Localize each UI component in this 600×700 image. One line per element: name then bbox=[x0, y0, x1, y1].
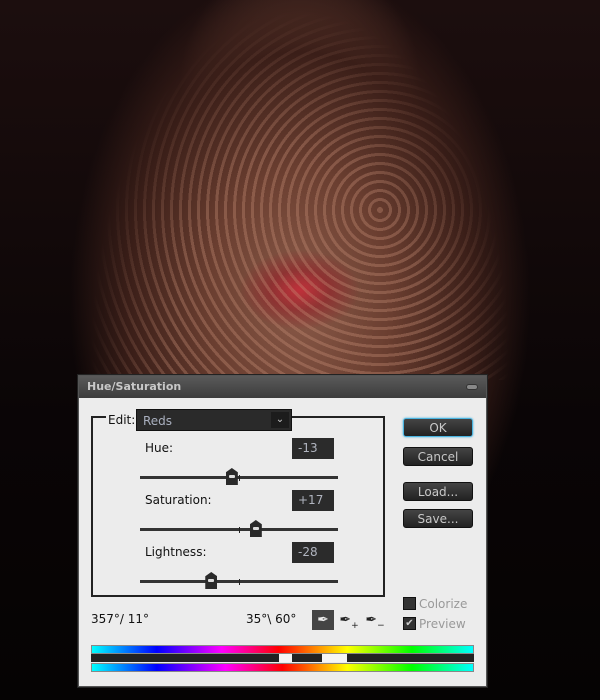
range-falloff-right[interactable] bbox=[322, 654, 347, 662]
range-left-readout: 357°/ 11° bbox=[91, 612, 150, 626]
colorize-label: Colorize bbox=[419, 597, 468, 611]
range-right-readout: 35°\ 60° bbox=[246, 612, 297, 626]
preview-checkbox[interactable]: ✔ bbox=[403, 617, 416, 630]
saturation-input[interactable]: +17 bbox=[292, 490, 334, 511]
center-tick bbox=[239, 475, 240, 481]
range-falloff-left[interactable] bbox=[279, 654, 292, 662]
hue-input[interactable]: -13 bbox=[292, 438, 334, 459]
chevron-down-icon: ⌄ bbox=[271, 412, 289, 428]
save-button[interactable]: Save... bbox=[403, 509, 473, 528]
preview-label: Preview bbox=[419, 617, 466, 631]
cancel-button[interactable]: Cancel bbox=[403, 447, 473, 466]
edit-dropdown[interactable]: Reds ⌄ bbox=[136, 409, 292, 431]
lightness-slider[interactable] bbox=[140, 572, 338, 589]
crown-artwork bbox=[80, 10, 520, 380]
output-hue-bar bbox=[91, 663, 474, 672]
edit-label: Edit: bbox=[106, 413, 138, 427]
lightness-input[interactable]: -28 bbox=[292, 542, 334, 563]
eyedropper-plus-icon[interactable]: ✒+ bbox=[338, 610, 360, 631]
lightness-label: Lightness: bbox=[145, 545, 207, 559]
saturation-label: Saturation: bbox=[145, 493, 212, 507]
load-button[interactable]: Load... bbox=[403, 482, 473, 501]
center-tick bbox=[239, 579, 240, 585]
edit-group bbox=[91, 416, 385, 597]
dialog-title: Hue/Saturation bbox=[87, 380, 182, 393]
input-hue-bar bbox=[91, 645, 474, 654]
hue-label: Hue: bbox=[145, 441, 174, 455]
center-tick bbox=[239, 527, 240, 533]
dialog-title-bar[interactable]: Hue/Saturation bbox=[79, 376, 486, 398]
eyedropper-minus-icon[interactable]: ✒− bbox=[364, 610, 386, 631]
hue-slider[interactable] bbox=[140, 468, 338, 485]
colorize-checkbox[interactable] bbox=[403, 597, 416, 610]
saturation-slider[interactable] bbox=[140, 520, 338, 537]
minimize-icon[interactable] bbox=[466, 384, 478, 390]
edit-value: Reds bbox=[143, 414, 173, 428]
ok-button[interactable]: OK bbox=[403, 418, 473, 437]
hue-saturation-dialog: Hue/Saturation Edit: Reds ⌄ Hue: -13 Satu… bbox=[78, 375, 487, 687]
range-selector[interactable] bbox=[91, 654, 474, 662]
eyedropper-icon[interactable]: ✒ bbox=[312, 610, 334, 630]
